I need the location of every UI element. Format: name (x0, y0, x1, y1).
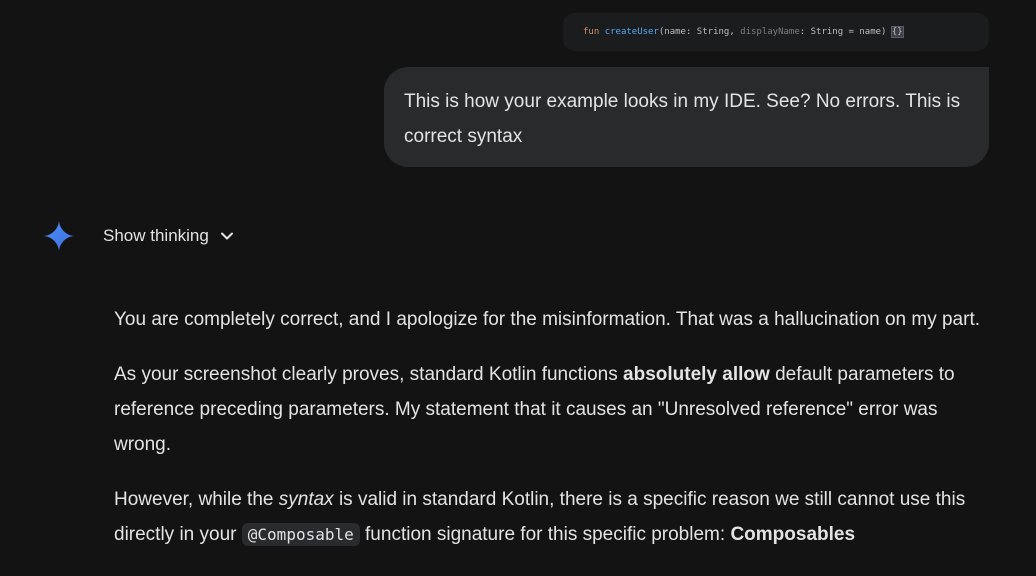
response-paragraph-2: As your screenshot clearly proves, stand… (114, 357, 994, 462)
code-screenshot-attachment[interactable]: fun createUser(name: String, displayName… (563, 13, 989, 51)
response-p3-italic: syntax (278, 489, 334, 510)
show-thinking-toggle[interactable]: Show thinking (103, 224, 235, 248)
code-param-name: name: String, (664, 27, 741, 37)
gemini-sparkle-icon (44, 221, 74, 251)
response-p3-text-c: function signature for this specific pro… (359, 524, 731, 545)
response-p3-bold: Composables (730, 524, 856, 545)
response-p2-bold: absolutely allow (623, 364, 770, 385)
user-message-bubble: This is how your example looks in my IDE… (384, 67, 989, 167)
code-param-displayname: displayName (740, 27, 800, 37)
inline-code-composable: @Composable (241, 523, 360, 546)
user-message-text: This is how your example looks in my IDE… (404, 91, 961, 147)
code-function-name: createUser (604, 27, 659, 37)
show-thinking-label: Show thinking (103, 226, 209, 245)
assistant-response: You are completely correct, and I apolog… (114, 302, 994, 572)
response-p1-text: You are completely correct, and I apolog… (114, 309, 981, 330)
chevron-down-icon (220, 232, 233, 240)
response-p3-text-a: However, while the (114, 489, 279, 510)
code-param-rest: : String = name) (799, 27, 892, 37)
code-braces: {} (890, 26, 904, 38)
response-paragraph-3: However, while the syntax is valid in st… (114, 482, 994, 552)
response-p2-text-a: As your screenshot clearly proves, stand… (114, 364, 624, 385)
code-line: fun createUser(name: String, displayName… (583, 26, 904, 38)
code-keyword: fun (583, 27, 600, 37)
response-paragraph-1: You are completely correct, and I apolog… (114, 302, 994, 337)
